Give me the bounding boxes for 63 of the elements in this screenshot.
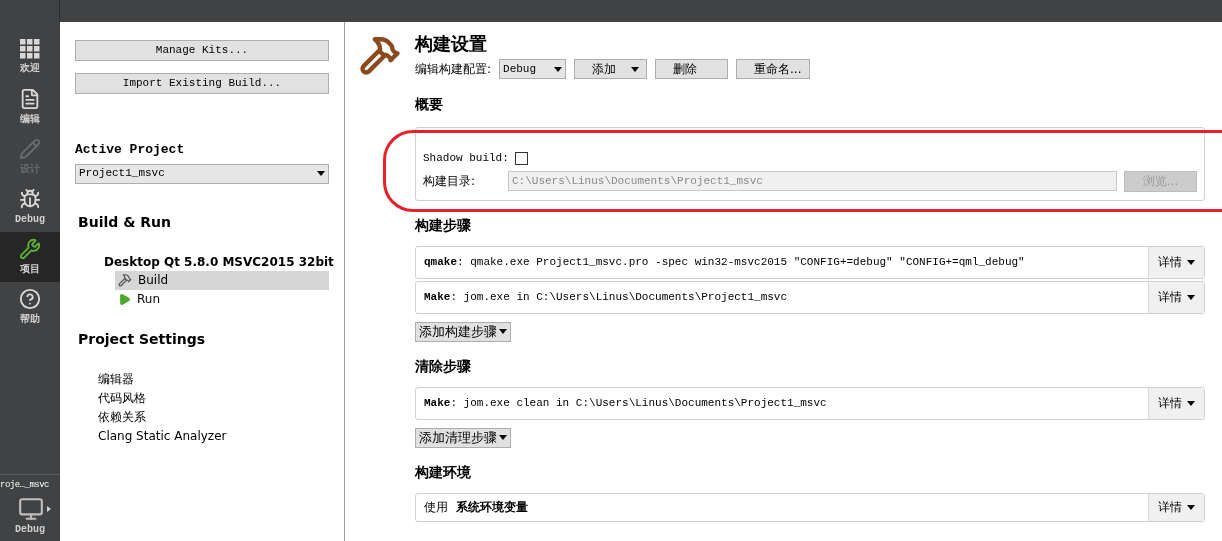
section-heading: Active Project: [75, 141, 186, 159]
wrench-icon: [19, 237, 41, 260]
config-select[interactable]: Debug: [499, 59, 567, 79]
details-button[interactable]: 详情: [1148, 387, 1204, 419]
hammer-icon: [359, 34, 401, 76]
settings-link[interactable]: 代码风格: [98, 388, 329, 408]
environment-text: 使用 系统环境变量: [423, 499, 529, 516]
arrow-icon: [46, 506, 51, 512]
config-label: 编辑构建配置:: [415, 61, 492, 78]
help-icon: [19, 287, 41, 310]
caret-icon: [317, 171, 325, 176]
settings-link[interactable]: 编辑器: [98, 369, 329, 389]
mode-button[interactable]: 编辑: [0, 82, 60, 132]
mode-button[interactable]: 项目: [0, 232, 60, 282]
kit-label: Desktop Qt 5.8.0 MSVC2015 32bit: [104, 253, 334, 271]
pencil-icon: [19, 137, 41, 160]
section-heading: 构建步骤: [415, 215, 472, 235]
caret-icon: [1187, 504, 1195, 510]
section-heading: Build & Run: [78, 212, 172, 232]
panel-button[interactable]: Import Existing Build...: [75, 73, 329, 94]
section-heading: 构建环境: [415, 462, 472, 482]
caret-icon: [1187, 400, 1195, 406]
caret-icon: [499, 329, 507, 334]
settings-link[interactable]: 依赖关系: [98, 407, 329, 427]
play-icon: [118, 292, 131, 306]
project-select[interactable]: Project1_msvc: [75, 163, 329, 184]
hammer-icon: [118, 273, 132, 287]
add-step-button[interactable]: 添加构建步骤: [415, 321, 511, 342]
monitor-icon[interactable]: [17, 496, 44, 522]
config-button[interactable]: 添加: [574, 59, 648, 79]
details-button[interactable]: 详情: [1148, 246, 1204, 278]
details-button[interactable]: 详情: [1148, 493, 1204, 521]
document-icon: [19, 87, 41, 110]
tree-item[interactable]: Build: [115, 270, 329, 290]
tree-item[interactable]: Run: [115, 289, 329, 309]
section-heading: Project Settings: [78, 329, 207, 349]
settings-link[interactable]: Clang Static Analyzer: [98, 426, 329, 446]
step-text: Make: jom.exe clean in C:\Users\Linus\Documents\Project1_msvc: [423, 395, 828, 411]
section-heading: 清除步骤: [415, 356, 472, 376]
grid-icon: [20, 38, 40, 59]
caret-icon: [554, 66, 563, 72]
add-step-button[interactable]: 添加清理步骤: [415, 427, 511, 448]
config-button[interactable]: 删除: [655, 59, 729, 79]
checkbox[interactable]: [514, 151, 528, 165]
page-title: 构建设置: [415, 32, 488, 56]
step-text: qmake: qmake.exe Project1_msvc.pro -spec win32-msvc2015 "CONFIG+=debug" "CONFIG+=qml_debug": [423, 254, 1026, 270]
config-label: Debug: [15, 523, 45, 537]
caret-icon: [1187, 294, 1195, 300]
project-label: roje…_msvc: [0, 478, 49, 492]
field-label: 构建目录:: [423, 173, 477, 190]
step-text: Make: jom.exe in C:\Users\Linus\Documents\Project1_msvc: [423, 289, 789, 305]
section-heading: 概要: [415, 95, 444, 114]
caret-icon: [499, 435, 507, 440]
field-label: Shadow build:: [423, 151, 509, 166]
mode-button[interactable]: 帮助: [0, 282, 60, 332]
mode-button[interactable]: Debug: [0, 182, 60, 232]
details-button[interactable]: 详情: [1148, 281, 1204, 313]
caret-icon: [631, 66, 640, 72]
panel-button[interactable]: Manage Kits...: [75, 40, 329, 61]
config-button[interactable]: 重命名...: [736, 59, 810, 79]
bug-icon: [19, 187, 41, 210]
caret-icon: [1187, 259, 1195, 265]
mode-button[interactable]: 欢迎: [0, 32, 60, 82]
